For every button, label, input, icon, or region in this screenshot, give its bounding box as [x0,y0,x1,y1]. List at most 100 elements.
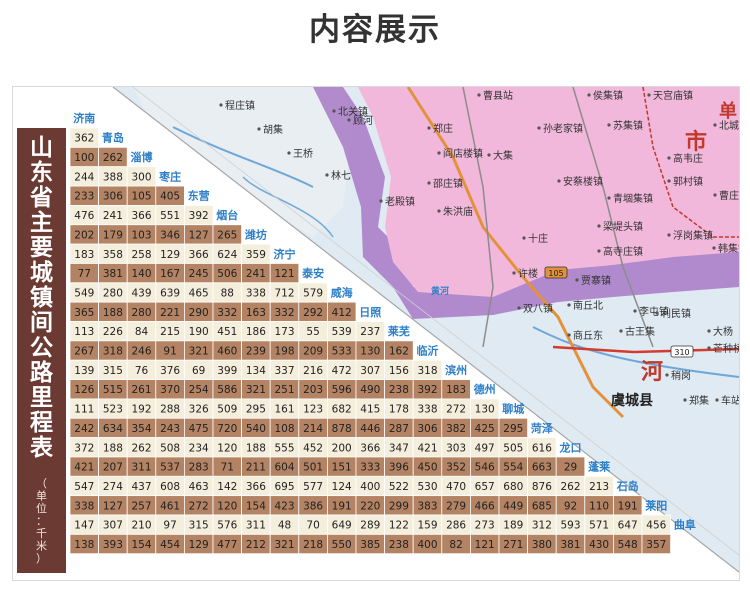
distance-value: 382 [446,423,466,435]
distance-value: 366 [131,210,151,222]
distance-value: 216 [303,365,323,377]
distance-value: 127 [103,500,123,512]
table-unit-char: ） [36,552,47,565]
distance-value: 539 [332,326,352,338]
distance-value: 71 [221,462,234,474]
distance-value: 283 [189,462,209,474]
distance-value: 497 [475,442,495,454]
distance-value: 124 [332,481,352,493]
city-label: 烟台 [216,208,238,222]
distance-value: 333 [360,462,380,474]
city-label: 潍坊 [245,227,267,241]
distance-value: 439 [131,287,151,299]
distance-value: 509 [217,404,237,416]
distance-value: 321 [189,346,209,358]
distance-value: 207 [103,462,123,474]
distance-value: 466 [475,500,495,512]
distance-value: 321 [246,384,266,396]
distance-value: 306 [417,423,437,435]
distance-value: 366 [246,481,266,493]
table-title-char: 表 [30,435,54,461]
distance-value: 214 [303,423,323,435]
distance-value: 97 [163,520,176,532]
city-label: 石岛 [616,479,639,493]
distance-value: 211 [246,462,266,474]
distance-value: 388 [103,171,123,183]
distance-value: 463 [189,481,209,493]
distance-value: 596 [332,384,352,396]
distance-value: 472 [332,365,352,377]
distance-value: 140 [131,268,151,280]
city-label: 德州 [473,382,496,396]
distance-value: 515 [103,384,123,396]
distance-value: 203 [303,384,323,396]
distance-value: 876 [532,481,552,493]
distance-value: 84 [135,326,149,338]
distance-value: 312 [532,520,552,532]
distance-value: 649 [332,520,352,532]
distance-value: 159 [417,520,437,532]
distance-value: 608 [160,481,180,493]
distance-value: 421 [74,462,94,474]
distance-value: 265 [217,229,237,241]
distance-value: 238 [389,384,409,396]
table-title-char: 山 [30,135,53,161]
distance-value: 370 [160,384,180,396]
distance-value: 555 [274,442,294,454]
distance-value: 579 [303,287,323,299]
distance-value: 451 [217,326,237,338]
distance-value: 400 [360,481,380,493]
table-title-block: 山东省主要城镇间公路里程表 （单位：千米） [17,128,66,573]
distance-value: 273 [475,520,495,532]
distance-value: 386 [303,500,323,512]
distance-value: 454 [160,539,180,551]
distance-value: 421 [417,442,437,454]
distance-value: 258 [131,249,151,261]
distance-value: 162 [389,346,409,358]
distance-value: 280 [131,307,151,319]
distance-value: 295 [246,404,266,416]
distance-value: 392 [417,384,437,396]
distance-value: 381 [560,539,580,551]
distance-value: 129 [189,539,209,551]
distance-value: 237 [360,326,380,338]
distance-value: 105 [131,191,151,203]
distance-value: 352 [446,462,466,474]
distance-value: 634 [103,423,123,435]
distance-value: 292 [303,307,323,319]
table-unit-char: （ [36,477,47,490]
distance-value: 695 [274,481,294,493]
distance-value: 476 [74,210,94,222]
distance-value: 183 [74,249,94,261]
distance-value: 29 [564,462,577,474]
distance-value: 712 [274,287,294,299]
distance-value: 522 [389,481,409,493]
distance-cells: 362 100 262 244 388 300 233 306 105 405 476 241 366 5… [69,127,672,555]
distance-value: 381 [103,268,123,280]
distance-value: 262 [131,442,151,454]
distance-value: 110 [589,500,609,512]
distance-value: 88 [221,287,234,299]
distance-value: 475 [189,423,209,435]
distance-value: 290 [189,307,209,319]
distance-value: 450 [417,462,437,474]
table-unit-char: 米 [36,540,47,553]
distance-value: 82 [449,539,462,551]
city-label: 莱阳 [645,498,667,512]
distance-value: 358 [103,249,123,261]
distance-value: 311 [131,462,151,474]
distance-value: 242 [74,423,94,435]
distance-value: 593 [560,520,580,532]
distance-value: 295 [503,423,523,435]
distance-value: 437 [131,481,151,493]
distance-value: 470 [446,481,466,493]
city-label: 日照 [359,306,381,319]
header: 内容展示 [0,0,750,86]
distance-value: 551 [160,210,180,222]
distance-value: 286 [446,520,466,532]
distance-value: 279 [446,500,466,512]
distance-value: 337 [274,365,294,377]
distance-value: 134 [246,365,266,377]
distance-value: 154 [246,500,266,512]
distance-value: 156 [389,365,409,377]
